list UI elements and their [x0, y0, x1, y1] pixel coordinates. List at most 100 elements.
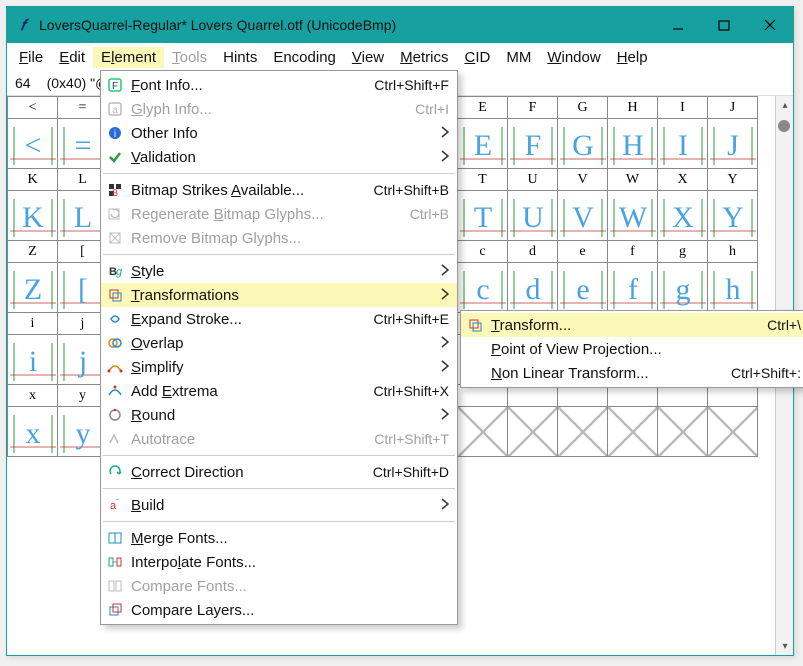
glyph-cell[interactable]: J — [708, 119, 758, 169]
transformations-submenu: Transform...Ctrl+\Point of View Projecti… — [460, 310, 803, 388]
glyph-cell[interactable] — [458, 407, 508, 457]
glyph-cell[interactable]: I — [658, 119, 708, 169]
glyph-cell[interactable]: e — [558, 263, 608, 313]
glyph-header: J — [708, 97, 758, 119]
scroll-thumb[interactable] — [778, 120, 790, 132]
menuitem-merge-fonts[interactable]: Merge Fonts... — [101, 526, 457, 550]
svg-text:ˆ: ˆ — [116, 498, 119, 507]
menuitem-other-info[interactable]: iOther Info — [101, 121, 457, 145]
glyph-cell[interactable]: i — [8, 335, 58, 385]
svg-text:j: j — [77, 345, 86, 378]
menuitem-shortcut: Ctrl+Shift+F — [374, 77, 449, 93]
glyph-cell[interactable]: K — [8, 191, 58, 241]
glyph-cell[interactable]: H — [608, 119, 658, 169]
glyph-cell[interactable]: < — [8, 119, 58, 169]
menu-tools[interactable]: Tools — [164, 47, 215, 68]
glyph-cell[interactable]: c — [458, 263, 508, 313]
menuitem-interpolate-fonts[interactable]: Interpolate Fonts... — [101, 550, 457, 574]
menu-help[interactable]: Help — [609, 47, 656, 68]
menu-encoding[interactable]: Encoding — [265, 47, 344, 68]
svg-text:h: h — [725, 273, 740, 306]
glyph-header: U — [508, 169, 558, 191]
glyph-cell[interactable] — [608, 407, 658, 457]
menuitem-label: Expand Stroke... — [131, 311, 356, 328]
svg-text:J: J — [727, 129, 739, 162]
menuitem-bitmap-strikes-available[interactable]: BBitmap Strikes Available...Ctrl+Shift+B — [101, 178, 457, 202]
menuitem-point-of-view-projection[interactable]: Point of View Projection... — [461, 337, 803, 361]
glyph-cell[interactable]: E — [458, 119, 508, 169]
glyph-cell[interactable] — [658, 407, 708, 457]
glyph-cell[interactable]: V — [558, 191, 608, 241]
menuitem-transformations[interactable]: Transformations — [101, 283, 457, 307]
glyph-header: H — [608, 97, 658, 119]
menuitem-correct-direction[interactable]: Correct DirectionCtrl+Shift+D — [101, 460, 457, 484]
simplify-icon — [105, 358, 125, 376]
glyph-cell[interactable]: T — [458, 191, 508, 241]
menuitem-label: Transform... — [491, 317, 749, 334]
scroll-down-icon[interactable]: ▾ — [776, 637, 793, 655]
menuitem-label: Simplify — [131, 359, 431, 376]
glyph-cell[interactable] — [508, 407, 558, 457]
glyph-cell[interactable]: d — [508, 263, 558, 313]
menuitem-overlap[interactable]: Overlap — [101, 331, 457, 355]
svg-text:=: = — [74, 129, 91, 162]
menuitem-compare-fonts: Compare Fonts... — [101, 574, 457, 598]
menuitem-non-linear-transform[interactable]: Non Linear Transform...Ctrl+Shift+: — [461, 361, 803, 385]
glyph-header: d — [508, 241, 558, 263]
menuitem-glyph-info: aGlyph Info...Ctrl+I — [101, 97, 457, 121]
menuitem-validation[interactable]: Validation — [101, 145, 457, 169]
menu-window[interactable]: Window — [539, 47, 608, 68]
menu-edit[interactable]: Edit — [51, 47, 93, 68]
menuitem-transform[interactable]: Transform...Ctrl+\ — [461, 313, 803, 337]
submenu-arrow-icon — [441, 149, 449, 166]
menu-view[interactable]: View — [344, 47, 392, 68]
svg-text:i: i — [28, 345, 36, 378]
menuitem-style[interactable]: BgStyle — [101, 259, 457, 283]
glyph-cell[interactable]: x — [8, 407, 58, 457]
glyph-cell[interactable] — [708, 407, 758, 457]
glyph-cell[interactable]: Y — [708, 191, 758, 241]
svg-text:L: L — [73, 201, 91, 234]
menuitem-build[interactable]: aˆBuild — [101, 493, 457, 517]
glyph-cell[interactable] — [558, 407, 608, 457]
menu-metrics[interactable]: Metrics — [392, 47, 456, 68]
svg-text:Y: Y — [722, 201, 744, 234]
svg-text:B: B — [112, 188, 118, 198]
glyph-cell[interactable]: X — [658, 191, 708, 241]
glyph-cell[interactable]: f — [608, 263, 658, 313]
menuitem-simplify[interactable]: Simplify — [101, 355, 457, 379]
menuitem-expand-stroke[interactable]: Expand Stroke...Ctrl+Shift+E — [101, 307, 457, 331]
minimize-button[interactable] — [655, 7, 701, 43]
menu-hints[interactable]: Hints — [215, 47, 265, 68]
glyph-cell[interactable]: g — [658, 263, 708, 313]
blank-icon — [465, 340, 485, 358]
glyph-cell[interactable]: W — [608, 191, 658, 241]
menu-cid[interactable]: CID — [456, 47, 498, 68]
glyph-cell[interactable]: F — [508, 119, 558, 169]
menuitem-shortcut: Ctrl+Shift+B — [374, 182, 449, 198]
maximize-button[interactable] — [701, 7, 747, 43]
glyph-cell[interactable]: U — [508, 191, 558, 241]
glyph-cell[interactable]: G — [558, 119, 608, 169]
menuitem-add-extrema[interactable]: Add ExtremaCtrl+Shift+X — [101, 379, 457, 403]
close-button[interactable] — [747, 7, 793, 43]
glyph-cell[interactable]: h — [708, 263, 758, 313]
glyph-cell[interactable]: Z — [8, 263, 58, 313]
svg-text:g: g — [116, 266, 123, 278]
menu-element[interactable]: Element — [93, 47, 164, 68]
svg-text:f: f — [628, 273, 638, 306]
menuitem-compare-layers[interactable]: Compare Layers... — [101, 598, 457, 622]
glyph-header: X — [658, 169, 708, 191]
menu-file[interactable]: File — [11, 47, 51, 68]
svg-text:E: E — [473, 129, 491, 162]
scroll-up-icon[interactable]: ▴ — [776, 96, 793, 114]
glyph-header: V — [558, 169, 608, 191]
menu-mm[interactable]: MM — [498, 47, 539, 68]
menuitem-font-info[interactable]: FFont Info...Ctrl+Shift+F — [101, 73, 457, 97]
app-icon: 𝑓 — [15, 17, 31, 33]
blank-icon — [465, 364, 485, 382]
glyph-header: x — [8, 385, 58, 407]
window-title: LoversQuarrel-Regular* Lovers Quarrel.ot… — [39, 17, 655, 33]
merge-icon — [105, 529, 125, 547]
menuitem-round[interactable]: Round — [101, 403, 457, 427]
